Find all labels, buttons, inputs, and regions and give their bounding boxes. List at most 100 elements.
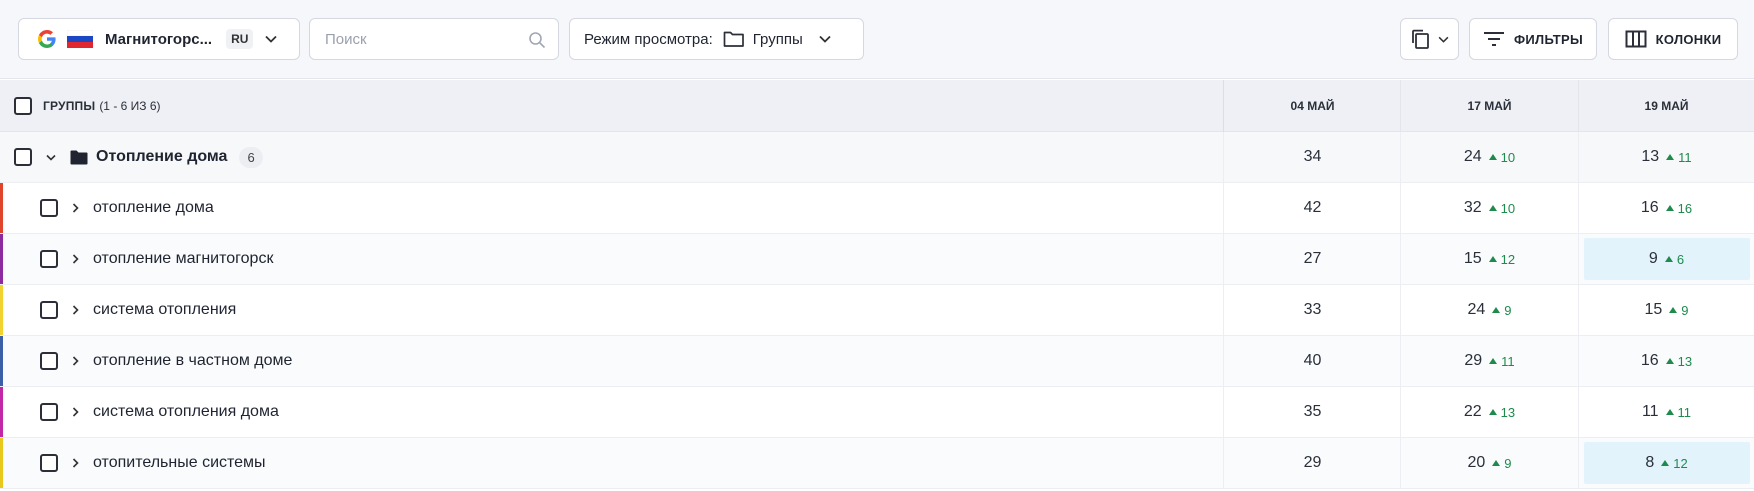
- position-value: 16: [1640, 352, 1659, 369]
- columns-button[interactable]: КОЛОНКИ: [1608, 18, 1738, 60]
- chevron-right-icon[interactable]: [72, 407, 79, 417]
- select-all-checkbox[interactable]: [14, 97, 32, 115]
- position-change: 9: [1669, 302, 1689, 318]
- columns-icon: [1625, 30, 1647, 48]
- position-cell: 15 12: [1401, 234, 1579, 284]
- search-input[interactable]: [325, 30, 525, 48]
- position-value: 27: [1303, 250, 1322, 267]
- chevron-right-icon[interactable]: [72, 458, 79, 468]
- chevron-right-icon[interactable]: [72, 356, 79, 366]
- position-value: 15: [1463, 250, 1482, 267]
- position-value: 8: [1645, 454, 1655, 471]
- arrow-up-icon: [1665, 409, 1674, 415]
- filters-label: ФИЛЬТРЫ: [1513, 31, 1584, 47]
- position-cell: 42: [1225, 183, 1401, 233]
- chevron-right-icon[interactable]: [72, 203, 79, 213]
- keyword-name[interactable]: отопление в частном доме: [93, 352, 292, 370]
- position-delta: 6: [1676, 251, 1685, 267]
- position-delta: 10: [1500, 149, 1516, 165]
- chevron-down-icon: [265, 35, 278, 43]
- language-badge: RU: [226, 29, 254, 49]
- position-value: 29: [1464, 352, 1483, 369]
- position-cell: 34: [1225, 132, 1401, 182]
- position-delta: 11: [1677, 404, 1692, 420]
- keyword-name-cell: отопление в частном доме: [0, 336, 1224, 386]
- keyword-checkbox[interactable]: [40, 301, 58, 319]
- position-value: 34: [1303, 148, 1322, 165]
- arrow-up-icon: [1669, 307, 1678, 313]
- position-cell: 24 9: [1401, 285, 1579, 335]
- position-cell: 15 9: [1579, 285, 1754, 335]
- arrow-up-icon: [1492, 307, 1501, 313]
- position-change: 16: [1665, 201, 1692, 216]
- copy-icon: [1412, 29, 1429, 49]
- keyword-checkbox[interactable]: [40, 250, 58, 268]
- position-value: 15: [1644, 301, 1663, 318]
- position-value: 9: [1648, 250, 1658, 267]
- position-cell: 11 11: [1579, 387, 1754, 437]
- position-value: 11: [1641, 403, 1659, 420]
- columns-label: КОЛОНКИ: [1655, 31, 1722, 47]
- position-cell: 33: [1225, 285, 1401, 335]
- filters-button[interactable]: ФИЛЬТРЫ: [1469, 18, 1597, 60]
- position-change: 11: [1665, 404, 1692, 420]
- keyword-checkbox[interactable]: [40, 454, 58, 472]
- keyword-name[interactable]: система отопления дома: [93, 403, 279, 421]
- group-name-cell: Отопление дома 6: [0, 132, 1224, 182]
- keyword-row[interactable]: отопление в частном доме 40 29 11 16 13: [0, 336, 1754, 387]
- group-count-badge: 6: [239, 146, 263, 168]
- keyword-row[interactable]: отопление магнитогорск 27 15 12 9 6: [0, 234, 1754, 285]
- chevron-down-icon: [1438, 36, 1449, 43]
- position-change: 12: [1488, 252, 1515, 267]
- keyword-row[interactable]: система отопления 33 24 9 15 9: [0, 285, 1754, 336]
- view-mode-selector[interactable]: Режим просмотра: Группы: [569, 18, 864, 60]
- group-checkbox[interactable]: [14, 148, 32, 166]
- copy-button[interactable]: [1400, 18, 1459, 60]
- keyword-row[interactable]: отопительные системы 29 20 9 8 12: [0, 438, 1754, 489]
- search-field[interactable]: [309, 18, 559, 60]
- position-cell: 27: [1225, 234, 1401, 284]
- arrow-up-icon: [1665, 358, 1674, 364]
- chevron-right-icon[interactable]: [72, 305, 79, 315]
- keyword-checkbox[interactable]: [40, 352, 58, 370]
- keyword-name-cell: отопительные системы: [0, 438, 1224, 488]
- position-cell: 32 10: [1401, 183, 1579, 233]
- arrow-up-icon: [1661, 460, 1670, 466]
- keyword-checkbox[interactable]: [40, 199, 58, 217]
- group-name[interactable]: Отопление дома: [96, 148, 227, 166]
- keyword-checkbox[interactable]: [40, 403, 58, 421]
- date-column-header[interactable]: 19 МАЙ: [1579, 80, 1754, 132]
- position-cell: 40: [1225, 336, 1401, 386]
- position-cell: 96: [1579, 234, 1754, 284]
- groups-column-header: ГРУППЫ (1 - 6 ИЗ 6): [0, 80, 1224, 132]
- position-change: 13: [1488, 404, 1516, 420]
- position-delta: 10: [1500, 200, 1516, 216]
- position-value: 16: [1640, 199, 1659, 216]
- position-cell: 29 11: [1401, 336, 1579, 386]
- position-value: 22: [1463, 403, 1482, 420]
- keyword-row[interactable]: система отопления дома 35 22 13 11 11: [0, 387, 1754, 438]
- group-row[interactable]: Отопление дома 6 34 24 10 13 11: [0, 132, 1754, 183]
- date-column-header[interactable]: 17 МАЙ: [1401, 80, 1579, 132]
- date-column-header[interactable]: 04 МАЙ: [1225, 80, 1401, 132]
- arrow-up-icon: [1492, 460, 1501, 466]
- keyword-row[interactable]: отопление дома 42 32 10 16 16: [0, 183, 1754, 234]
- position-delta: 13: [1500, 404, 1516, 420]
- keyword-name-cell: система отопления дома: [0, 387, 1224, 437]
- project-selector-button[interactable]: Магнитогорс... RU: [18, 18, 300, 60]
- chevron-right-icon[interactable]: [72, 254, 79, 264]
- position-delta: 11: [1678, 149, 1692, 165]
- position-cell: 8 12: [1579, 438, 1754, 488]
- position-delta: 9: [1504, 455, 1512, 471]
- position-cell: 16 13: [1579, 336, 1754, 386]
- keyword-name[interactable]: система отопления: [93, 301, 236, 319]
- keyword-name[interactable]: отопление магнитогорск: [93, 250, 273, 268]
- keyword-name[interactable]: отопление дома: [93, 199, 214, 217]
- search-icon[interactable]: [528, 31, 546, 49]
- position-change: 11: [1489, 354, 1515, 369]
- keyword-name[interactable]: отопительные системы: [93, 454, 266, 472]
- keyword-name-cell: система отопления: [0, 285, 1224, 335]
- position-delta: 9: [1681, 302, 1689, 318]
- position-change: 10: [1488, 200, 1516, 216]
- chevron-down-icon[interactable]: [46, 154, 56, 161]
